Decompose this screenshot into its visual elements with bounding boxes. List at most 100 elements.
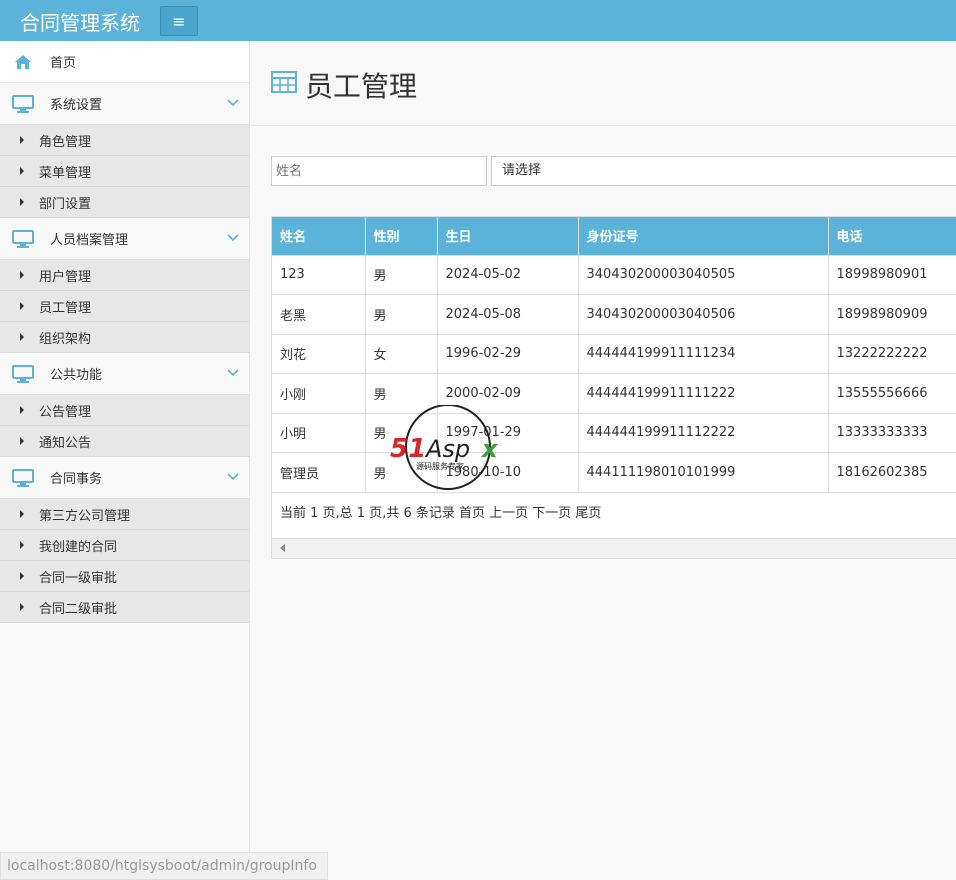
sidebar-item-label: 合同二级审批 [39,601,118,617]
watermark-tagline: 源码服务专家 [416,461,464,471]
page-title: 员工管理 [305,70,418,103]
sidebar-group-contract[interactable]: 合同事务 [0,457,249,499]
cell-phone: 13555556666 [828,373,956,413]
sidebar-item-label: 部门设置 [39,196,92,212]
sidebar-item-label: 用户管理 [39,269,92,285]
caret-right-icon [20,541,24,549]
page-header: 员工管理 [251,41,956,126]
sidebar-item-label: 角色管理 [39,134,92,150]
caret-right-icon [20,333,24,341]
sidebar-item-label: 公告管理 [39,404,92,420]
table-icon [271,71,297,93]
watermark-logo: 51 Asp x 源码服务专家 [390,405,499,490]
cell-birthday: 1996-02-29 [437,333,579,374]
sidebar: 首页 系统设置 角色管理 菜单管理 部门设置 人员档案管理 用户管理 员工管理 … [0,41,250,880]
cell-name: 老黑 [272,294,366,334]
cell-idcard: 340430200003040506 [578,294,829,334]
cell-gender: 女 [365,333,438,374]
sidebar-item-employees[interactable]: 员工管理 [0,291,249,322]
sidebar-item-label: 合同一级审批 [39,570,118,586]
col-header-phone[interactable]: 电话 [828,217,956,255]
svg-text:x: x [481,435,499,463]
cell-idcard: 340430200003040505 [578,254,829,295]
chevron-down-icon [227,234,239,242]
cell-gender: 男 [365,254,438,295]
cell-gender: 男 [365,294,438,334]
cell-name: 123 [272,254,366,295]
sidebar-item-approval-1[interactable]: 合同一级审批 [0,561,249,592]
col-header-gender[interactable]: 性别 [365,217,438,255]
caret-right-icon [20,198,24,206]
cell-name: 小明 [272,412,366,453]
sidebar-group-personnel[interactable]: 人员档案管理 [0,218,249,260]
sidebar-item-menu[interactable]: 菜单管理 [0,156,249,187]
monitor-icon [12,364,34,383]
caret-right-icon [20,510,24,518]
sidebar-group-label: 公共功能 [50,368,103,383]
sidebar-group-label: 人员档案管理 [50,233,129,248]
cell-phone: 13333333333 [828,412,956,453]
chevron-down-icon [227,369,239,377]
caret-right-icon [20,302,24,310]
employee-table: 姓名 性别 生日 身份证号 电话 123 男 2024-05-02 340430… [271,216,956,559]
top-bar: 合同管理系统 ≡ [0,0,956,41]
status-bar-url: localhost:8080/htglsysboot/admin/groupIn… [0,852,328,880]
cell-phone: 18998980901 [828,254,956,295]
sidebar-item-org[interactable]: 组织架构 [0,322,249,353]
sidebar-item-approval-2[interactable]: 合同二级审批 [0,592,249,623]
col-header-name[interactable]: 姓名 [272,217,366,255]
pagination[interactable]: 当前 1 页,总 1 页,共 6 条记录 首页 上一页 下一页 尾页 [272,492,956,530]
horizontal-scrollbar[interactable] [272,538,956,558]
table-header-row: 姓名 性别 生日 身份证号 电话 [272,217,956,255]
app-title: 合同管理系统 [20,11,140,35]
table-row[interactable]: 刘花 女 1996-02-29 444444199911111234 13222… [272,333,956,374]
sidebar-item-label: 我创建的合同 [39,539,118,555]
gender-select[interactable]: 请选择 [491,156,956,186]
caret-right-icon [20,437,24,445]
cell-idcard: 444444199911111234 [578,333,829,374]
scroll-left-arrow-icon[interactable] [280,544,285,552]
sidebar-item-thirdparty[interactable]: 第三方公司管理 [0,499,249,530]
sidebar-item-role[interactable]: 角色管理 [0,125,249,156]
name-search-input[interactable] [271,156,487,186]
caret-right-icon [20,271,24,279]
cell-name: 刘花 [272,333,366,374]
sidebar-group-system[interactable]: 系统设置 [0,83,249,125]
cell-idcard: 444444199911112222 [578,412,829,453]
col-header-idcard[interactable]: 身份证号 [578,217,829,255]
watermark-brand: 51 [390,434,426,464]
cell-phone: 13222222222 [828,333,956,374]
sidebar-item-users[interactable]: 用户管理 [0,260,249,291]
sidebar-item-dept[interactable]: 部门设置 [0,187,249,218]
table-row[interactable]: 老黑 男 2024-05-08 340430200003040506 18998… [272,294,956,334]
main-content: 员工管理 请选择 姓名 性别 生日 身份证号 电话 123 男 2024-05-… [251,41,956,880]
caret-right-icon [20,167,24,175]
cell-name: 小刚 [272,373,366,413]
sidebar-item-my-contracts[interactable]: 我创建的合同 [0,530,249,561]
sidebar-item-label: 首页 [50,56,77,71]
col-header-birthday[interactable]: 生日 [437,217,579,255]
svg-text:Asp: Asp [424,435,470,463]
sidebar-group-public[interactable]: 公共功能 [0,353,249,395]
caret-right-icon [20,136,24,144]
table-row[interactable]: 管理员 男 1980-10-10 444111198010101999 1816… [272,452,956,492]
sidebar-item-label: 第三方公司管理 [39,508,131,524]
monitor-icon [12,94,34,113]
cell-phone: 18998980909 [828,294,956,334]
cell-idcard: 444111198010101999 [578,452,829,492]
sidebar-item-notice[interactable]: 通知公告 [0,426,249,457]
sidebar-item-announce[interactable]: 公告管理 [0,395,249,426]
table-row[interactable]: 小刚 男 2000-02-09 444444199911111222 13555… [272,373,956,413]
sidebar-item-label: 通知公告 [39,435,92,451]
cell-phone: 18162602385 [828,452,956,492]
hamburger-icon[interactable]: ≡ [160,6,198,36]
monitor-icon [12,229,34,248]
chevron-down-icon [227,473,239,481]
sidebar-item-home[interactable]: 首页 [0,41,249,83]
table-row[interactable]: 小明 男 1997-01-29 444444199911112222 13333… [272,412,956,453]
chevron-down-icon [227,99,239,107]
table-row[interactable]: 123 男 2024-05-02 340430200003040505 1899… [272,254,956,295]
cell-birthday: 2024-05-08 [437,294,579,334]
sidebar-group-label: 合同事务 [50,472,103,487]
caret-right-icon [20,603,24,611]
